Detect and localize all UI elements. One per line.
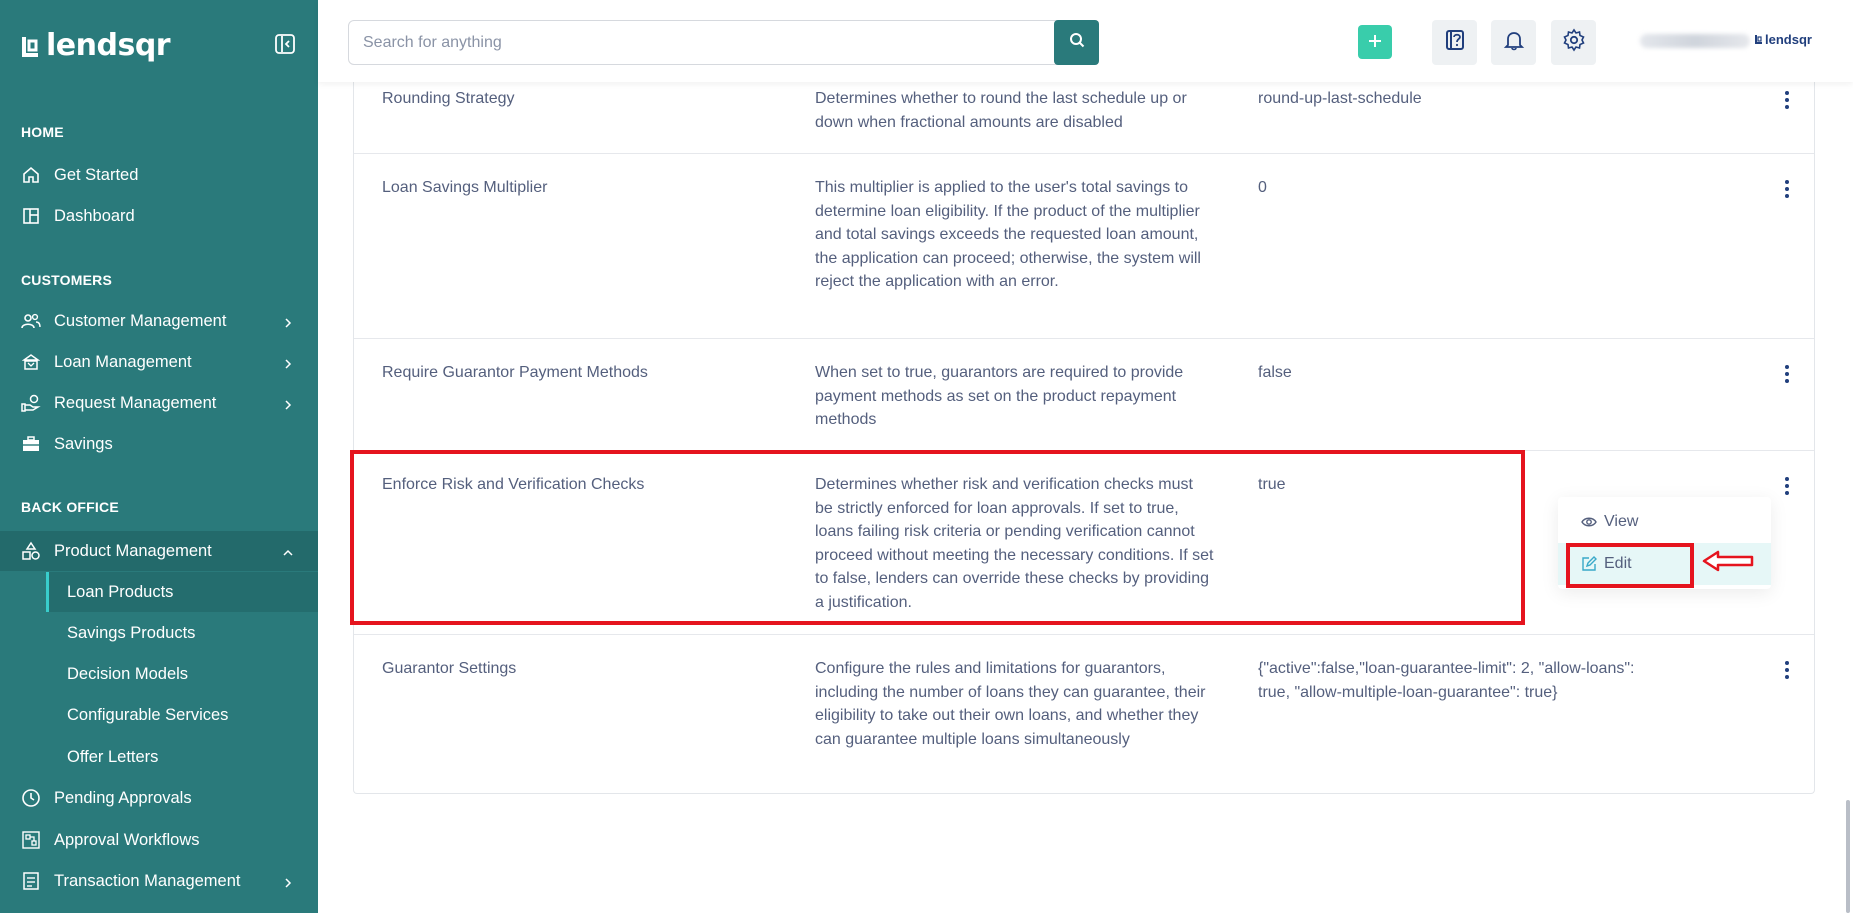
- search-button[interactable]: [1054, 20, 1099, 65]
- arrow-left-icon: [1702, 550, 1754, 577]
- table-row: Guarantor Settings Configure the rules a…: [354, 635, 1814, 794]
- sidebar-item-pending-approvals[interactable]: Pending Approvals: [0, 778, 318, 818]
- chevron-up-icon: [282, 545, 294, 557]
- help-button[interactable]: [1432, 20, 1477, 65]
- setting-name: Require Guarantor Payment Methods: [382, 364, 648, 381]
- gear-icon: [1562, 28, 1586, 57]
- org-logo: lendsqr: [1754, 32, 1812, 47]
- sidebar-item-customer-management[interactable]: Customer Management: [0, 301, 318, 341]
- more-options-icon[interactable]: [1778, 178, 1796, 200]
- menu-item-label: Edit: [1604, 555, 1632, 572]
- ledger-icon: [20, 870, 42, 892]
- sidebar-item-label: Product Management: [54, 541, 212, 560]
- workflow-icon: [20, 829, 42, 851]
- sidebar-item-get-started[interactable]: Get Started: [0, 155, 318, 195]
- org-logo-text: lendsqr: [1765, 32, 1812, 47]
- setting-name: Guarantor Settings: [382, 660, 517, 677]
- sidebar-item-label: Get Started: [54, 165, 139, 184]
- setting-description: When set to true, guarantors are require…: [815, 364, 1184, 429]
- brand-logo[interactable]: lendsqr: [20, 28, 171, 63]
- section-back-office: BACK OFFICE: [21, 499, 119, 515]
- briefcase-icon: [20, 433, 42, 455]
- eye-icon: [1580, 513, 1598, 531]
- setting-value: round-up-last-schedule: [1258, 90, 1422, 107]
- setting-name: Rounding Strategy: [382, 90, 515, 107]
- setting-description: This multiplier is applied to the user's…: [815, 179, 1201, 291]
- scrollbar-thumb[interactable]: [1846, 800, 1850, 913]
- bell-icon: [1503, 29, 1525, 56]
- dashboard-icon: [20, 205, 42, 227]
- home-icon: [20, 164, 42, 186]
- clock-icon: [20, 787, 42, 809]
- plus-icon: [1367, 28, 1383, 56]
- setting-name: Enforce Risk and Verification Checks: [382, 476, 645, 493]
- sidebar-item-label: Loan Management: [54, 352, 192, 371]
- menu-item-view[interactable]: View: [1558, 501, 1771, 543]
- sidebar-item-label: Pending Approvals: [54, 788, 192, 807]
- chevron-right-icon: [282, 356, 294, 369]
- sidebar-item-product-management[interactable]: Product Management: [0, 531, 318, 571]
- edit-icon: [1580, 555, 1598, 573]
- bank-icon: [20, 351, 42, 373]
- setting-name: Loan Savings Multiplier: [382, 179, 548, 196]
- sidebar-item-label: Dashboard: [54, 206, 135, 225]
- more-options-icon[interactable]: [1778, 475, 1796, 497]
- search-icon: [1069, 32, 1085, 53]
- setting-description: Determines whether risk and verification…: [815, 476, 1214, 611]
- setting-value: true: [1258, 476, 1286, 493]
- table-row: Require Guarantor Payment Methods When s…: [354, 339, 1814, 451]
- more-options-icon[interactable]: [1778, 363, 1796, 385]
- sidebar-item-request-management[interactable]: Request Management: [0, 383, 318, 423]
- sidebar-subitem-offer-letters[interactable]: Offer Letters: [46, 737, 318, 777]
- add-button[interactable]: [1358, 25, 1392, 59]
- setting-value: 0: [1258, 179, 1267, 196]
- sidebar-item-label: Approval Workflows: [54, 830, 200, 849]
- sidebar-item-approval-workflows[interactable]: Approval Workflows: [0, 820, 318, 860]
- table-row: Loan Savings Multiplier This multiplier …: [354, 154, 1814, 339]
- shapes-icon: [20, 540, 42, 562]
- sidebar-item-savings[interactable]: Savings: [0, 424, 318, 464]
- top-bar: lendsqr: [318, 0, 1853, 82]
- collapse-sidebar-icon[interactable]: [274, 33, 296, 55]
- section-home: HOME: [21, 124, 64, 140]
- setting-description: Determines whether to round the last sch…: [815, 90, 1187, 131]
- sidebar-item-transaction-management[interactable]: Transaction Management: [0, 861, 318, 901]
- chevron-right-icon: [282, 315, 294, 328]
- sidebar-subitem-loan-products[interactable]: Loan Products: [46, 572, 318, 612]
- chevron-right-icon: [282, 397, 294, 410]
- sidebar-subitem-savings-products[interactable]: Savings Products: [46, 613, 318, 653]
- sidebar: lendsqr HOME Get Started Dashboard CUSTO…: [0, 0, 318, 913]
- user-name-blurred[interactable]: [1640, 34, 1750, 48]
- chevron-right-icon: [282, 875, 294, 888]
- notifications-button[interactable]: [1491, 20, 1536, 65]
- search-input[interactable]: [348, 20, 1066, 65]
- setting-value: false: [1258, 364, 1292, 381]
- more-options-icon[interactable]: [1778, 89, 1796, 111]
- sidebar-item-label: Customer Management: [54, 311, 227, 330]
- brand-name: lendsqr: [46, 28, 171, 63]
- sidebar-subitem-configurable-services[interactable]: Configurable Services: [46, 695, 318, 735]
- sidebar-item-dashboard[interactable]: Dashboard: [0, 196, 318, 236]
- more-options-icon[interactable]: [1778, 659, 1796, 681]
- hand-coin-icon: [20, 392, 42, 414]
- setting-value: {"active":false,"loan-guarantee-limit": …: [1258, 660, 1635, 701]
- settings-button[interactable]: [1551, 20, 1596, 65]
- section-customers: CUSTOMERS: [21, 272, 112, 288]
- logo-mark-icon: [20, 35, 40, 57]
- help-book-icon: [1444, 29, 1466, 56]
- sidebar-item-loan-management[interactable]: Loan Management: [0, 342, 318, 382]
- product-settings-table: Rounding Strategy Determines whether to …: [353, 62, 1815, 794]
- sidebar-item-label: Savings: [54, 434, 113, 453]
- sidebar-item-label: Transaction Management: [54, 871, 241, 890]
- sidebar-subitem-decision-models[interactable]: Decision Models: [46, 654, 318, 694]
- menu-item-label: View: [1604, 513, 1639, 530]
- setting-description: Configure the rules and limitations for …: [815, 660, 1206, 748]
- sidebar-item-label: Request Management: [54, 393, 217, 412]
- users-icon: [20, 310, 42, 332]
